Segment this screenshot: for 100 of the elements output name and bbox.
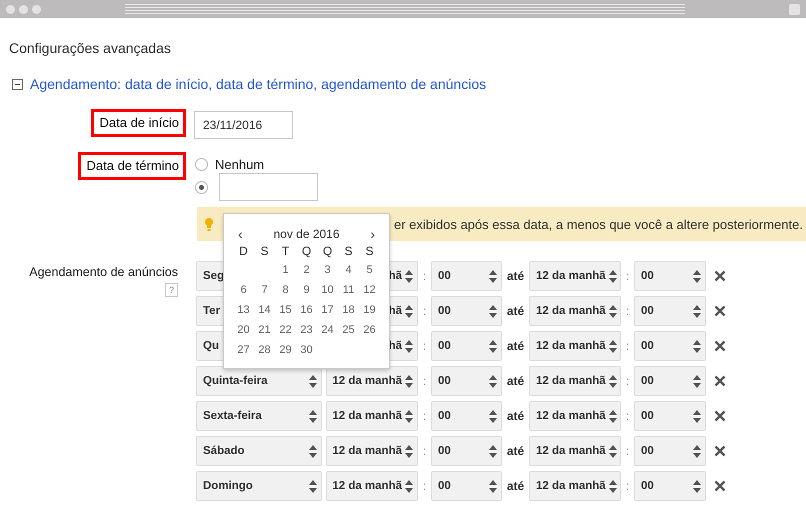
stepper-arrows-icon bbox=[608, 374, 617, 388]
day-select[interactable]: Quinta-feira bbox=[196, 366, 322, 396]
stepper-arrows-icon bbox=[693, 480, 701, 492]
minute-select[interactable]: 00 bbox=[431, 261, 502, 291]
remove-button[interactable] bbox=[714, 410, 726, 422]
weekday-label: Q bbox=[300, 243, 312, 260]
until-label: até bbox=[506, 269, 526, 283]
hour-select[interactable]: 12 da manhã bbox=[326, 366, 418, 396]
previous-month-button[interactable]: ‹ bbox=[238, 226, 243, 242]
hour-select[interactable]: 12 da manhã bbox=[529, 401, 621, 431]
minute-select[interactable]: 00 bbox=[634, 401, 706, 431]
radio-button[interactable] bbox=[195, 180, 208, 194]
hour-select[interactable]: 12 da manhã bbox=[529, 331, 621, 361]
remove-button[interactable] bbox=[714, 480, 726, 492]
remove-button[interactable] bbox=[714, 375, 726, 387]
calendar-day[interactable]: 3 bbox=[317, 260, 338, 280]
field-label: Data de início bbox=[90, 108, 186, 136]
hour-select[interactable]: 12 da manhã bbox=[326, 471, 418, 501]
stepper-arrows-icon bbox=[608, 340, 617, 352]
hour-select[interactable]: 12 da manhã bbox=[529, 261, 621, 291]
hour-select[interactable]: 12 da manhã bbox=[529, 296, 621, 326]
remove-button[interactable] bbox=[714, 305, 726, 317]
hour-select[interactable]: 12 da manhã bbox=[529, 471, 621, 501]
calendar-day[interactable]: 29 bbox=[275, 340, 296, 360]
hour-select[interactable]: 12 da manhã bbox=[326, 401, 418, 431]
calendar-day[interactable]: 10 bbox=[317, 280, 338, 300]
day-select[interactable]: Sexta-feira bbox=[196, 401, 322, 431]
hour-select[interactable]: 12 da manhã bbox=[529, 436, 621, 466]
calendar-day[interactable]: 25 bbox=[338, 320, 359, 340]
minute-select[interactable]: 00 bbox=[634, 296, 706, 326]
minute-select[interactable]: 00 bbox=[431, 296, 502, 326]
calendar-day[interactable]: 27 bbox=[233, 340, 254, 360]
weekday-label: D bbox=[238, 243, 249, 260]
calendar-day[interactable]: 12 bbox=[359, 280, 380, 300]
calendar-day[interactable]: 17 bbox=[317, 300, 338, 320]
calendar-day[interactable]: 19 bbox=[359, 300, 380, 320]
calendar-day[interactable]: 28 bbox=[254, 340, 275, 360]
page-heading: Configurações avançadas bbox=[9, 40, 172, 56]
minute-select[interactable]: 00 bbox=[634, 436, 706, 466]
calendar-day[interactable]: 8 bbox=[275, 280, 296, 300]
calendar-day[interactable]: 5 bbox=[359, 260, 380, 280]
end-date-field[interactable] bbox=[219, 173, 318, 201]
collapse-icon[interactable] bbox=[12, 78, 23, 90]
calendar-day[interactable]: 14 bbox=[254, 300, 275, 320]
minute-select[interactable]: 00 bbox=[431, 471, 502, 501]
minute-select[interactable]: 00 bbox=[634, 331, 706, 361]
calendar-day[interactable]: 26 bbox=[359, 320, 380, 340]
help-icon[interactable]: ? bbox=[165, 283, 178, 297]
time-separator: : bbox=[624, 269, 630, 283]
calendar-day[interactable]: 16 bbox=[296, 300, 317, 320]
calendar-day[interactable]: 21 bbox=[254, 320, 275, 340]
calendar-day[interactable]: 24 bbox=[317, 320, 338, 340]
stepper-arrows-icon bbox=[405, 410, 413, 422]
weekday-label: S bbox=[259, 243, 270, 260]
minute-select[interactable]: 00 bbox=[634, 471, 706, 501]
calendar-day[interactable]: 4 bbox=[338, 260, 359, 280]
minute-select[interactable]: 00 bbox=[431, 366, 502, 396]
hour-select[interactable]: 12 da manhã bbox=[529, 366, 621, 396]
remove-button[interactable] bbox=[714, 270, 726, 282]
stepper-arrows-icon bbox=[405, 444, 413, 458]
until-label: até bbox=[506, 339, 526, 353]
window-dot-icon[interactable] bbox=[32, 4, 41, 14]
minute-select[interactable]: 00 bbox=[431, 436, 502, 466]
calendar-day[interactable]: 20 bbox=[233, 320, 254, 340]
window-dot-icon[interactable] bbox=[19, 4, 28, 14]
minute-select[interactable]: 00 bbox=[634, 261, 706, 291]
radio-button[interactable] bbox=[195, 158, 208, 171]
weekday-label: Q bbox=[322, 243, 334, 260]
remove-button[interactable] bbox=[714, 445, 726, 457]
calendar-day[interactable]: 6 bbox=[233, 280, 254, 300]
time-separator: : bbox=[422, 479, 428, 493]
time-separator: : bbox=[624, 304, 630, 318]
stepper-arrows-icon bbox=[489, 304, 497, 318]
stepper-arrows-icon bbox=[309, 410, 317, 422]
calendar-day[interactable]: 15 bbox=[275, 300, 296, 320]
until-label: até bbox=[506, 479, 526, 493]
time-separator: : bbox=[624, 339, 630, 353]
calendar-day[interactable]: 23 bbox=[296, 320, 317, 340]
hour-select[interactable]: 12 da manhã bbox=[326, 436, 418, 466]
minute-select[interactable]: 00 bbox=[634, 366, 706, 396]
calendar-day[interactable]: 7 bbox=[254, 280, 275, 300]
start-date-field[interactable]: 23/11/2016 bbox=[194, 111, 293, 139]
calendar-day[interactable]: 13 bbox=[233, 300, 254, 320]
remove-button[interactable] bbox=[714, 340, 726, 352]
minute-select[interactable]: 00 bbox=[431, 401, 502, 431]
calendar-day[interactable]: 11 bbox=[338, 280, 359, 300]
calendar-day[interactable]: 1 bbox=[275, 260, 296, 280]
day-select[interactable]: Sábado bbox=[196, 436, 322, 466]
next-month-button[interactable]: › bbox=[370, 226, 375, 242]
calendar-day[interactable]: 22 bbox=[275, 320, 296, 340]
stepper-arrows-icon bbox=[489, 444, 497, 458]
section-link[interactable]: Agendamento: data de início, data de término, agendamento de anúncios bbox=[30, 76, 486, 92]
calendar-day[interactable]: 9 bbox=[296, 280, 317, 300]
day-select[interactable]: Domingo bbox=[196, 471, 322, 501]
window-dot-icon[interactable] bbox=[6, 4, 15, 14]
calendar-day[interactable]: 18 bbox=[338, 300, 359, 320]
calendar-day[interactable]: 2 bbox=[296, 260, 317, 280]
minute-select[interactable]: 00 bbox=[431, 331, 502, 361]
weekday-label: S bbox=[364, 243, 374, 260]
calendar-day[interactable]: 30 bbox=[296, 340, 317, 360]
